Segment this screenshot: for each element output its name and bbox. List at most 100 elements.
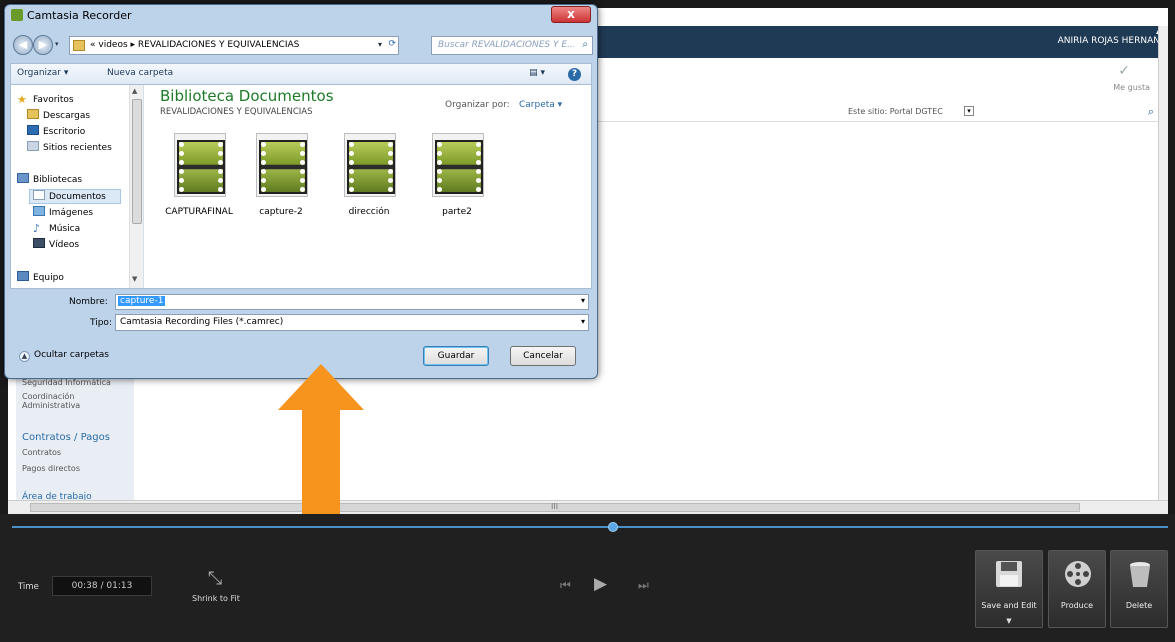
save-file-dialog: Camtasia Recorder x ◀ ▶ ▾ « videos ▸ REV… bbox=[4, 4, 598, 379]
dialog-toolbar: Organizar ▾ Nueva carpeta ▤ ▾ ? bbox=[10, 63, 592, 85]
dialog-title-bar[interactable]: Camtasia Recorder x bbox=[5, 5, 597, 27]
file-name: CAPTURAFINAL bbox=[165, 207, 233, 217]
address-row: ◀ ▶ ▾ « videos ▸ REVALIDACIONES Y EQUIVA… bbox=[11, 35, 593, 57]
filename-value[interactable]: capture-1 bbox=[118, 296, 166, 306]
shrink-to-fit-label[interactable]: Shrink to Fit bbox=[192, 594, 240, 603]
chevron-down-icon[interactable]: ▾ bbox=[581, 317, 585, 326]
video-file-icon bbox=[432, 133, 484, 197]
recent-places-icon bbox=[27, 141, 39, 151]
arrange-by-label: Organizar por: bbox=[445, 100, 510, 110]
next-icon[interactable]: ⏭ bbox=[638, 578, 649, 593]
forward-arrow-icon[interactable]: ▶ bbox=[33, 35, 53, 55]
organize-menu-button[interactable]: Organizar ▾ bbox=[17, 68, 68, 78]
images-icon bbox=[33, 206, 45, 216]
back-arrow-icon[interactable]: ◀ bbox=[13, 35, 33, 55]
timeline-track[interactable] bbox=[12, 526, 1168, 528]
nav-scrollbar[interactable]: ▲ ▼ bbox=[129, 85, 143, 288]
history-chevron-icon[interactable]: ▾ bbox=[55, 40, 59, 48]
file-item[interactable]: capture-2 bbox=[241, 133, 321, 219]
time-display: 00:38 / 01:13 bbox=[52, 576, 152, 596]
transport-controls: ⏮ ▶ ⏭ bbox=[560, 574, 670, 598]
navigation-pane: ★ Favoritos Descargas Escritorio Sitios r… bbox=[11, 85, 144, 288]
annotation-arrow bbox=[278, 364, 364, 528]
chevron-down-icon[interactable]: ▾ bbox=[581, 296, 585, 305]
play-icon[interactable]: ▶ bbox=[594, 574, 607, 594]
nav-label: Descargas bbox=[43, 111, 91, 121]
search-scope[interactable]: Este sitio: Portal DGTEC bbox=[848, 107, 943, 116]
trash-icon bbox=[1130, 562, 1150, 587]
file-name: capture-2 bbox=[259, 207, 303, 217]
recorder-player-bar: Time 00:38 / 01:13 ⤡ Shrink to Fit ⏮ ▶ ⏭… bbox=[0, 514, 1175, 642]
nav-label: Equipo bbox=[33, 273, 64, 283]
filename-input[interactable]: capture-1 ▾ bbox=[115, 294, 589, 310]
view-options-icon[interactable]: ▤ ▾ bbox=[529, 68, 545, 78]
nav-item-videos[interactable]: Vídeos bbox=[33, 238, 79, 250]
video-file-icon bbox=[256, 133, 308, 197]
arrange-by-dropdown[interactable]: Carpeta ▾ bbox=[519, 100, 562, 110]
nav-link-security[interactable]: Seguridad Informática bbox=[22, 378, 111, 387]
hide-folders-toggle[interactable]: ▲ Ocultar carpetas bbox=[19, 350, 109, 362]
nav-link-payments[interactable]: Pagos directos bbox=[22, 464, 80, 473]
file-item[interactable]: dirección bbox=[329, 133, 409, 219]
downloads-folder-icon bbox=[27, 109, 39, 119]
shrink-to-fit-icon[interactable]: ⤡ bbox=[200, 568, 230, 590]
save-button[interactable]: Guardar bbox=[423, 346, 489, 366]
scrollbar-thumb[interactable]: III bbox=[30, 502, 1080, 512]
nav-label: Escritorio bbox=[43, 127, 86, 137]
video-file-icon bbox=[344, 133, 396, 197]
help-icon[interactable]: ? bbox=[568, 68, 581, 81]
timeline-playhead[interactable] bbox=[608, 522, 619, 532]
folder-search-input[interactable]: Buscar REVALIDACIONES Y E... ⌕ bbox=[431, 36, 593, 55]
site-search-row: Este sitio: Portal DGTEC ▾ ⌕ bbox=[598, 104, 1158, 122]
search-icon[interactable]: ⌕ bbox=[582, 39, 588, 50]
nav-label: Música bbox=[49, 224, 81, 234]
cancel-button[interactable]: Cancelar bbox=[510, 346, 576, 366]
new-folder-button[interactable]: Nueva carpeta bbox=[107, 68, 173, 78]
scroll-up-icon[interactable]: ▲ bbox=[132, 87, 137, 95]
nav-label: Sitios recientes bbox=[43, 143, 112, 153]
nav-item-libraries[interactable]: Bibliotecas bbox=[17, 173, 82, 185]
nav-item-documents[interactable]: Documentos bbox=[33, 190, 106, 202]
save-and-edit-button[interactable]: Save and Edit ▼ bbox=[975, 550, 1043, 628]
chevron-down-icon[interactable]: ▾ bbox=[378, 40, 382, 49]
produce-button[interactable]: Produce bbox=[1048, 550, 1106, 628]
address-path[interactable]: « videos ▸ REVALIDACIONES Y EQUIVALENCIA… bbox=[90, 40, 299, 50]
filetype-select[interactable]: Camtasia Recording Files (*.camrec) ▾ bbox=[115, 314, 589, 331]
refresh-icon[interactable]: ⟳ bbox=[388, 39, 396, 49]
user-name[interactable]: ANIRIA ROJAS HERNAN bbox=[1058, 36, 1160, 46]
nav-item-downloads[interactable]: Descargas bbox=[27, 109, 90, 121]
nav-link-coordination[interactable]: Coordinación Administrativa bbox=[22, 392, 122, 410]
horizontal-scrollbar[interactable]: III bbox=[8, 500, 1168, 514]
scrollbar-grip: III bbox=[551, 502, 559, 511]
file-item[interactable]: CAPTURAFINAL bbox=[159, 133, 239, 219]
nav-item-computer[interactable]: Equipo bbox=[17, 271, 64, 283]
nav-item-music[interactable]: ♪ Música bbox=[33, 222, 81, 235]
nav-item-images[interactable]: Imágenes bbox=[33, 206, 93, 218]
nav-item-recent[interactable]: Sitios recientes bbox=[27, 141, 112, 153]
hide-folders-label: Ocultar carpetas bbox=[34, 350, 109, 360]
camtasia-app-icon bbox=[11, 9, 23, 21]
nav-item-desktop[interactable]: Escritorio bbox=[27, 125, 85, 137]
nav-item-favorites[interactable]: ★ Favoritos bbox=[17, 93, 74, 106]
nav-label: Documentos bbox=[49, 192, 106, 202]
file-item[interactable]: parte2 bbox=[417, 133, 497, 219]
close-button[interactable]: x bbox=[551, 6, 591, 23]
nav-scrollbar-thumb[interactable] bbox=[132, 99, 142, 224]
vertical-scrollbar[interactable] bbox=[1158, 26, 1168, 502]
nav-label: Vídeos bbox=[49, 240, 80, 250]
filetype-label: Tipo: bbox=[90, 318, 112, 328]
chevron-up-icon: ▲ bbox=[19, 351, 30, 362]
nav-label: Favoritos bbox=[33, 95, 74, 105]
nav-heading-contracts[interactable]: Contratos / Pagos bbox=[22, 432, 110, 443]
film-reel-icon bbox=[1065, 561, 1091, 587]
search-icon[interactable]: ⌕ bbox=[1148, 105, 1154, 119]
chevron-down-icon[interactable]: ▾ bbox=[964, 106, 974, 116]
like-icon[interactable]: ✓ bbox=[1118, 63, 1130, 79]
previous-icon[interactable]: ⏮ bbox=[560, 578, 571, 593]
address-bar[interactable]: « videos ▸ REVALIDACIONES Y EQUIVALENCIA… bbox=[69, 36, 399, 55]
chevron-down-icon[interactable]: ▼ bbox=[976, 617, 1042, 625]
scroll-down-icon[interactable]: ▼ bbox=[132, 275, 137, 283]
like-label[interactable]: Me gusta bbox=[1113, 83, 1150, 92]
nav-link-contracts[interactable]: Contratos bbox=[22, 448, 61, 457]
delete-button[interactable]: Delete bbox=[1110, 550, 1168, 628]
